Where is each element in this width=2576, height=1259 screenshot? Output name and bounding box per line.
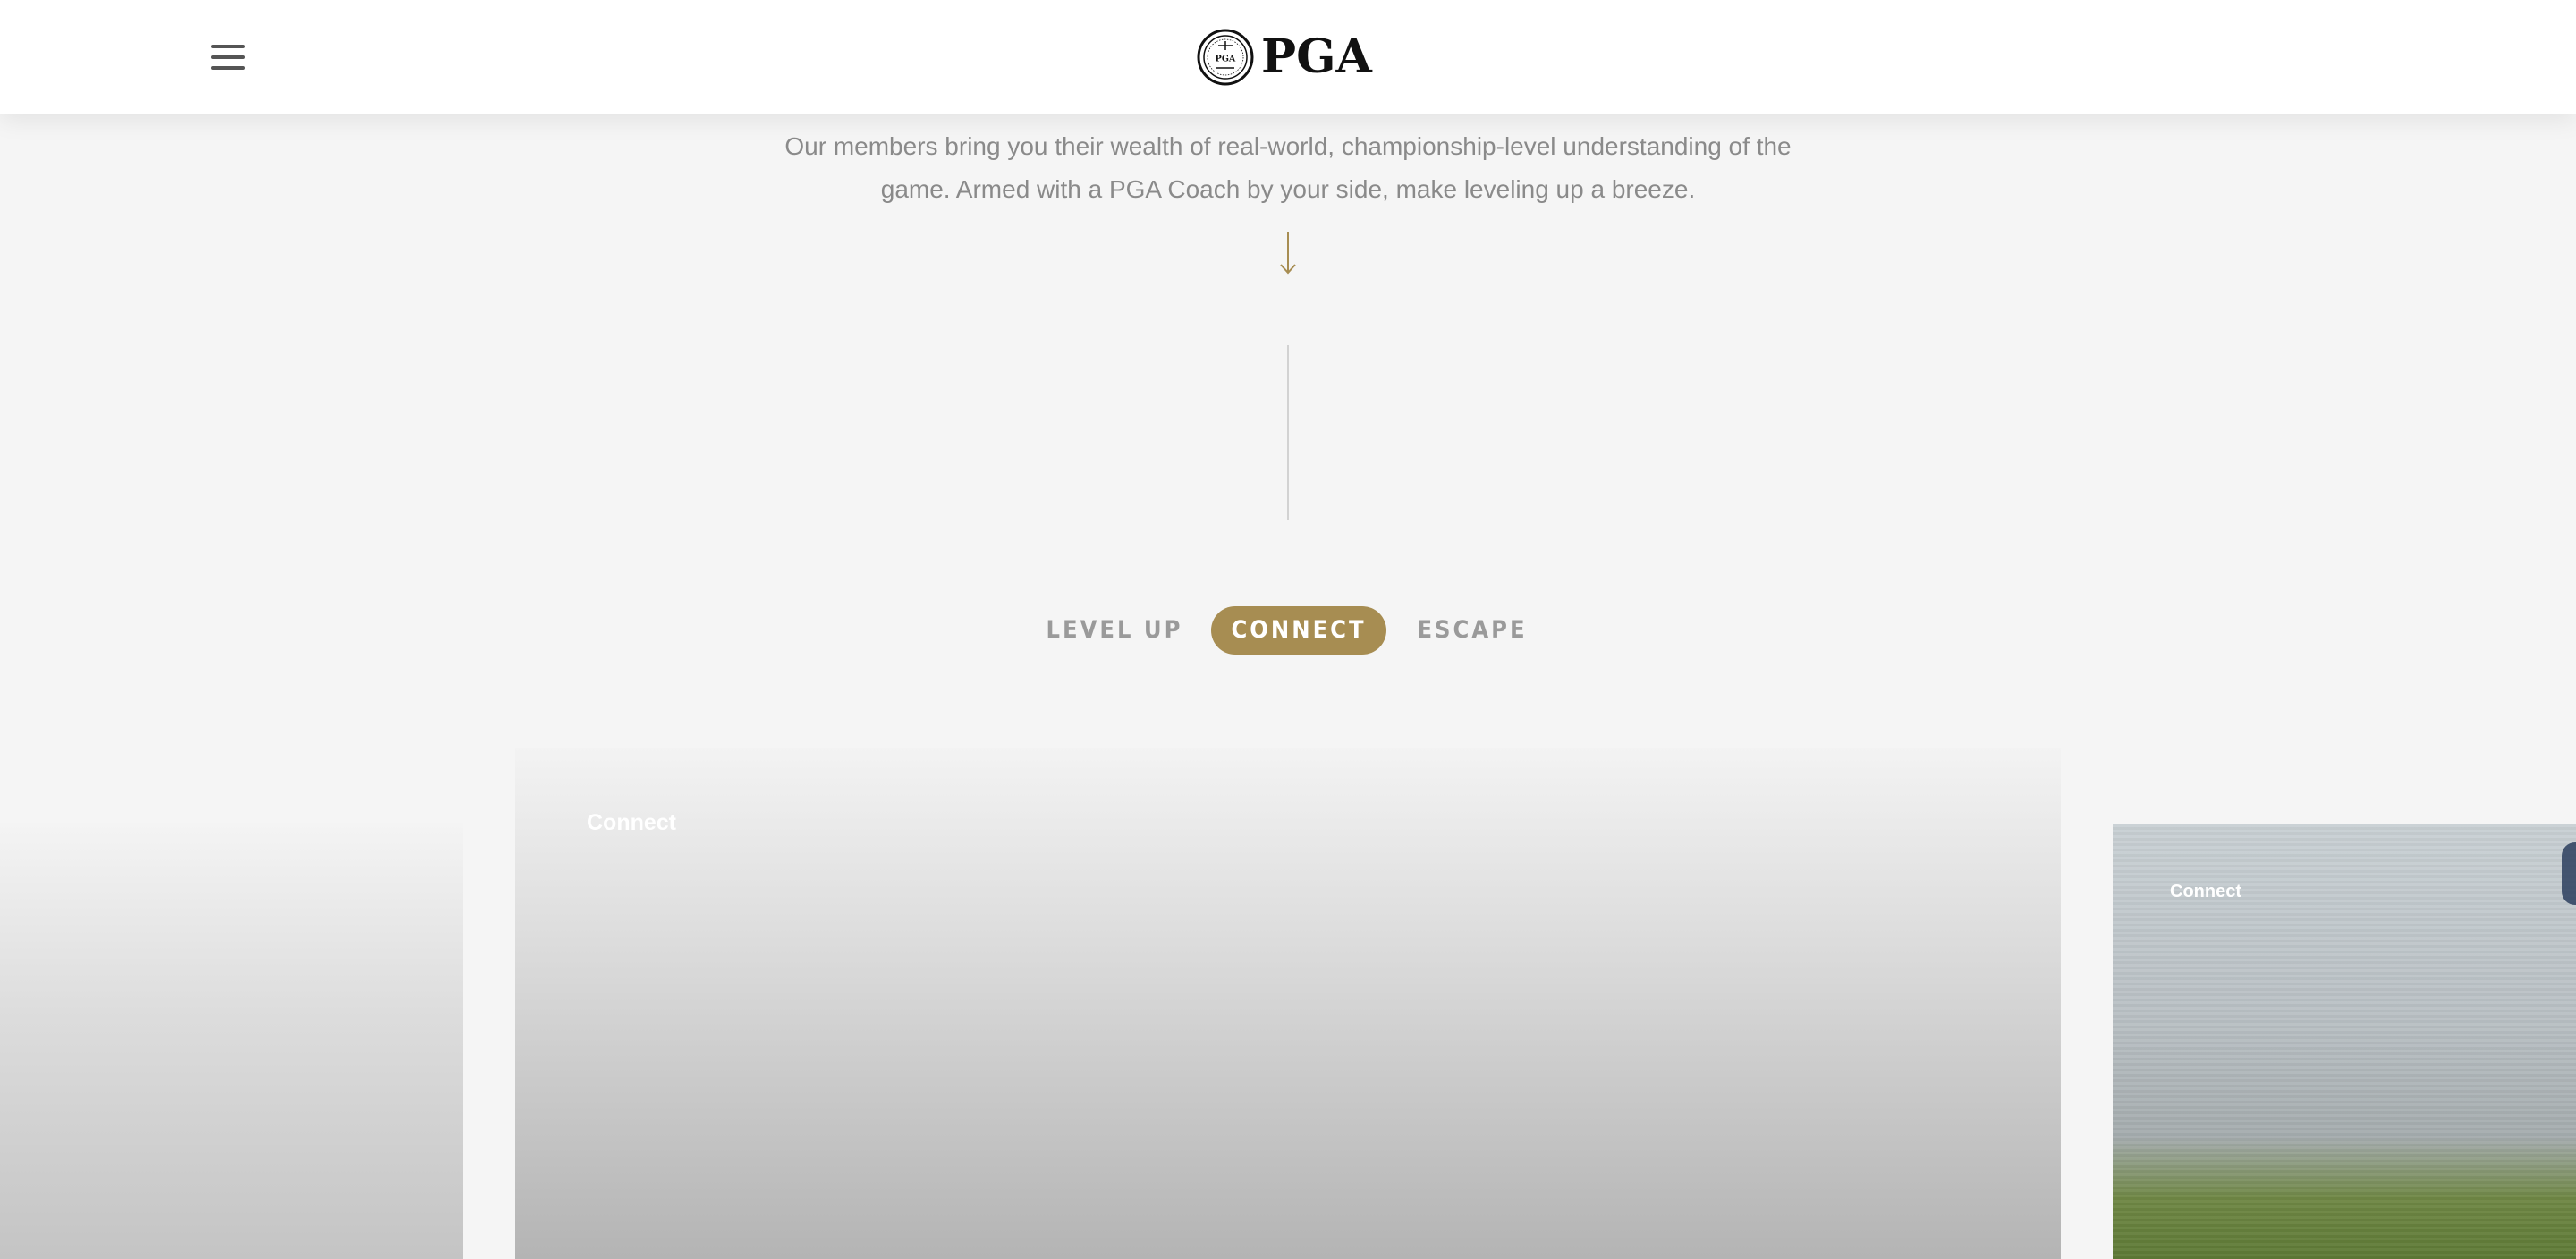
card-category-label: Connect — [2170, 882, 2241, 901]
card-category-label: Connect — [587, 810, 676, 835]
hamburger-menu-icon[interactable] — [211, 45, 245, 70]
tab-connect[interactable]: CONNECT — [1211, 606, 1386, 655]
category-tabs: LEVEL UP CONNECT ESCAPE — [0, 606, 2576, 655]
carousel-card-next[interactable]: Connect — [2113, 824, 2576, 1259]
seal-text: PGA — [1216, 55, 1236, 64]
carousel-card-active[interactable]: Connect — [515, 748, 2061, 1259]
arrow-down-icon[interactable] — [1270, 231, 1306, 275]
menu-bar-bottom — [211, 66, 245, 70]
tab-escape[interactable]: ESCAPE — [1417, 606, 1528, 655]
intro-paragraph: Our members bring you their wealth of re… — [784, 132, 1792, 203]
logo-wordmark: PGA — [1261, 30, 1372, 84]
divider-line — [1287, 345, 1289, 520]
carousel-card-previous[interactable] — [0, 823, 463, 1259]
menu-bar-middle — [211, 55, 245, 59]
menu-bar-top — [211, 45, 245, 48]
golfer-figure — [2562, 842, 2576, 905]
tab-level-up[interactable]: LEVEL UP — [1045, 606, 1184, 655]
pga-seal-icon: PGA — [1197, 29, 1254, 86]
site-header: PGA PGA — [0, 0, 2576, 114]
pga-logo[interactable]: PGA PGA — [1197, 27, 1372, 88]
